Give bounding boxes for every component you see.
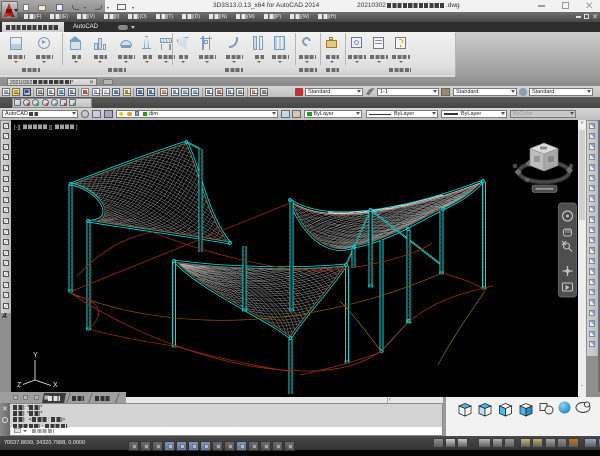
svg-text:[-][: [-][ [14, 125, 21, 131]
svg-text:][: ][ [49, 125, 53, 131]
svg-text:]: ] [76, 125, 78, 131]
svg-text:Y: Y [33, 352, 38, 359]
svg-text:X: X [53, 382, 58, 389]
svg-text:Z: Z [17, 382, 22, 389]
